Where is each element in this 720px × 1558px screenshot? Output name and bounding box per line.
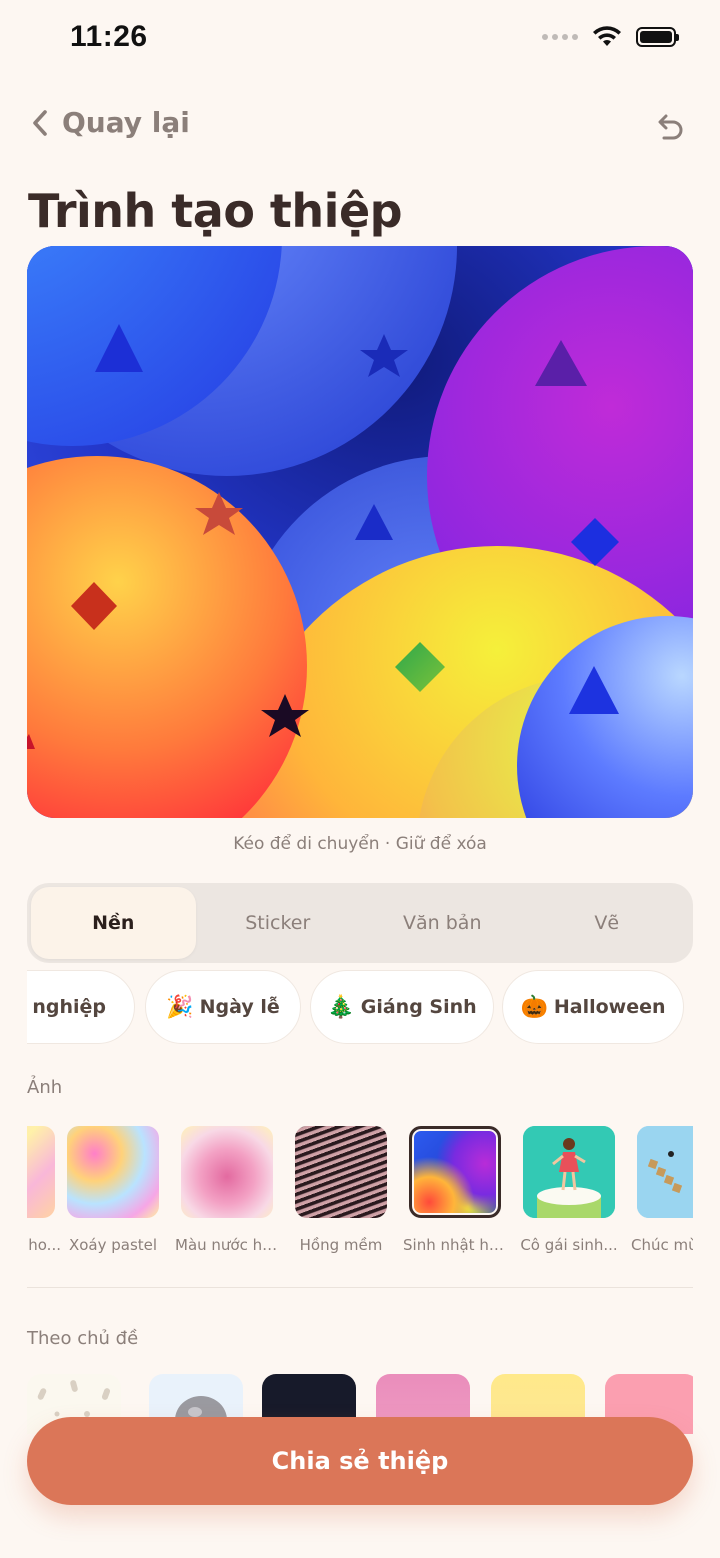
tab-draw[interactable]: Vẽ bbox=[525, 887, 690, 959]
pumpkin-icon: 🎃 bbox=[520, 994, 548, 1020]
thumbnail-image bbox=[295, 1126, 387, 1218]
thumbnail-image bbox=[67, 1126, 159, 1218]
chip-holiday[interactable]: 🎉 Ngày lễ bbox=[145, 970, 301, 1044]
photo-thumbnail[interactable]: Hồng mềm bbox=[289, 1124, 393, 1254]
editor-tabs: Nền Sticker Văn bản Vẽ bbox=[27, 883, 693, 963]
chip-graduation[interactable]: ốt nghiệp bbox=[27, 970, 135, 1044]
thumbnail-label: Màu nước hồng bbox=[175, 1236, 279, 1254]
photo-thumbnail[interactable]: ho... bbox=[27, 1124, 61, 1254]
thumbnail-image bbox=[181, 1126, 273, 1218]
card-canvas[interactable] bbox=[27, 246, 693, 818]
happy-birthday-blocks-image bbox=[637, 1126, 693, 1218]
wifi-icon bbox=[593, 26, 621, 46]
thumbnail-label: Sinh nhật hoạt... bbox=[403, 1236, 507, 1254]
category-chip-row[interactable]: ốt nghiệp 🎉 Ngày lễ 🎄 Giáng Sinh 🎃 Hallo… bbox=[27, 968, 693, 1052]
thumbnail-label: ho... bbox=[28, 1236, 61, 1254]
share-card-button[interactable]: Chia sẻ thiệp bbox=[27, 1417, 693, 1505]
page-title: Trình tạo thiệp bbox=[28, 184, 403, 238]
signal-icon bbox=[542, 34, 578, 40]
thumbnail-image bbox=[27, 1126, 55, 1218]
chip-halloween[interactable]: 🎃 Halloween bbox=[502, 970, 684, 1044]
photos-section-label: Ảnh bbox=[27, 1077, 63, 1098]
chip-christmas[interactable]: 🎄 Giáng Sinh bbox=[310, 970, 494, 1044]
thumbnail-label: Cô gái sinh... bbox=[520, 1236, 618, 1254]
photo-thumbnail[interactable]: Xoáy pastel bbox=[61, 1124, 165, 1254]
photo-thumbnail[interactable]: Chúc mừ bbox=[631, 1124, 693, 1254]
photo-thumbnail[interactable]: Màu nước hồng bbox=[175, 1124, 279, 1254]
photo-thumbnail-selected[interactable]: Sinh nhật hoạt... bbox=[403, 1124, 507, 1254]
photo-thumbnail-row[interactable]: ho... Xoáy pastel Màu nước hồng Hồng mềm… bbox=[27, 1124, 693, 1264]
photo-thumbnail[interactable]: Cô gái sinh... bbox=[517, 1124, 621, 1254]
christmas-tree-icon: 🎄 bbox=[327, 994, 355, 1020]
tab-sticker[interactable]: Sticker bbox=[196, 887, 361, 959]
chip-label: ốt nghiệp bbox=[27, 996, 106, 1018]
status-icons bbox=[542, 26, 679, 48]
thumbnail-label: Hồng mềm bbox=[299, 1236, 383, 1254]
chip-label: Halloween bbox=[553, 996, 666, 1018]
tab-text[interactable]: Văn bản bbox=[360, 887, 525, 959]
chip-label: Giáng Sinh bbox=[360, 996, 477, 1018]
chevron-left-icon bbox=[33, 109, 47, 136]
section-divider bbox=[27, 1287, 693, 1288]
thumbnail-image bbox=[523, 1126, 615, 1218]
thumbnail-image bbox=[409, 1126, 501, 1218]
back-label: Quay lại bbox=[62, 106, 190, 139]
back-button[interactable]: Quay lại bbox=[30, 106, 190, 139]
themes-section-label: Theo chủ đề bbox=[27, 1328, 139, 1349]
battery-icon bbox=[636, 27, 679, 47]
thumbnail-label: Xoáy pastel bbox=[68, 1236, 158, 1254]
tab-background[interactable]: Nền bbox=[31, 887, 196, 959]
thumbnail-label: Chúc mừ bbox=[631, 1236, 693, 1254]
thumbnail-image bbox=[637, 1126, 693, 1218]
canvas-hint: Kéo để di chuyển · Giữ để xóa bbox=[233, 834, 487, 854]
birthday-girl-image bbox=[523, 1126, 615, 1218]
status-time: 11:26 bbox=[70, 20, 148, 53]
card-background-image bbox=[27, 246, 693, 818]
party-popper-icon: 🎉 bbox=[166, 994, 194, 1020]
top-bar: Quay lại bbox=[0, 100, 720, 160]
undo-icon bbox=[658, 114, 683, 140]
chip-label: Ngày lễ bbox=[199, 996, 280, 1018]
undo-button[interactable] bbox=[652, 110, 686, 148]
status-bar: 11:26 bbox=[0, 0, 720, 84]
